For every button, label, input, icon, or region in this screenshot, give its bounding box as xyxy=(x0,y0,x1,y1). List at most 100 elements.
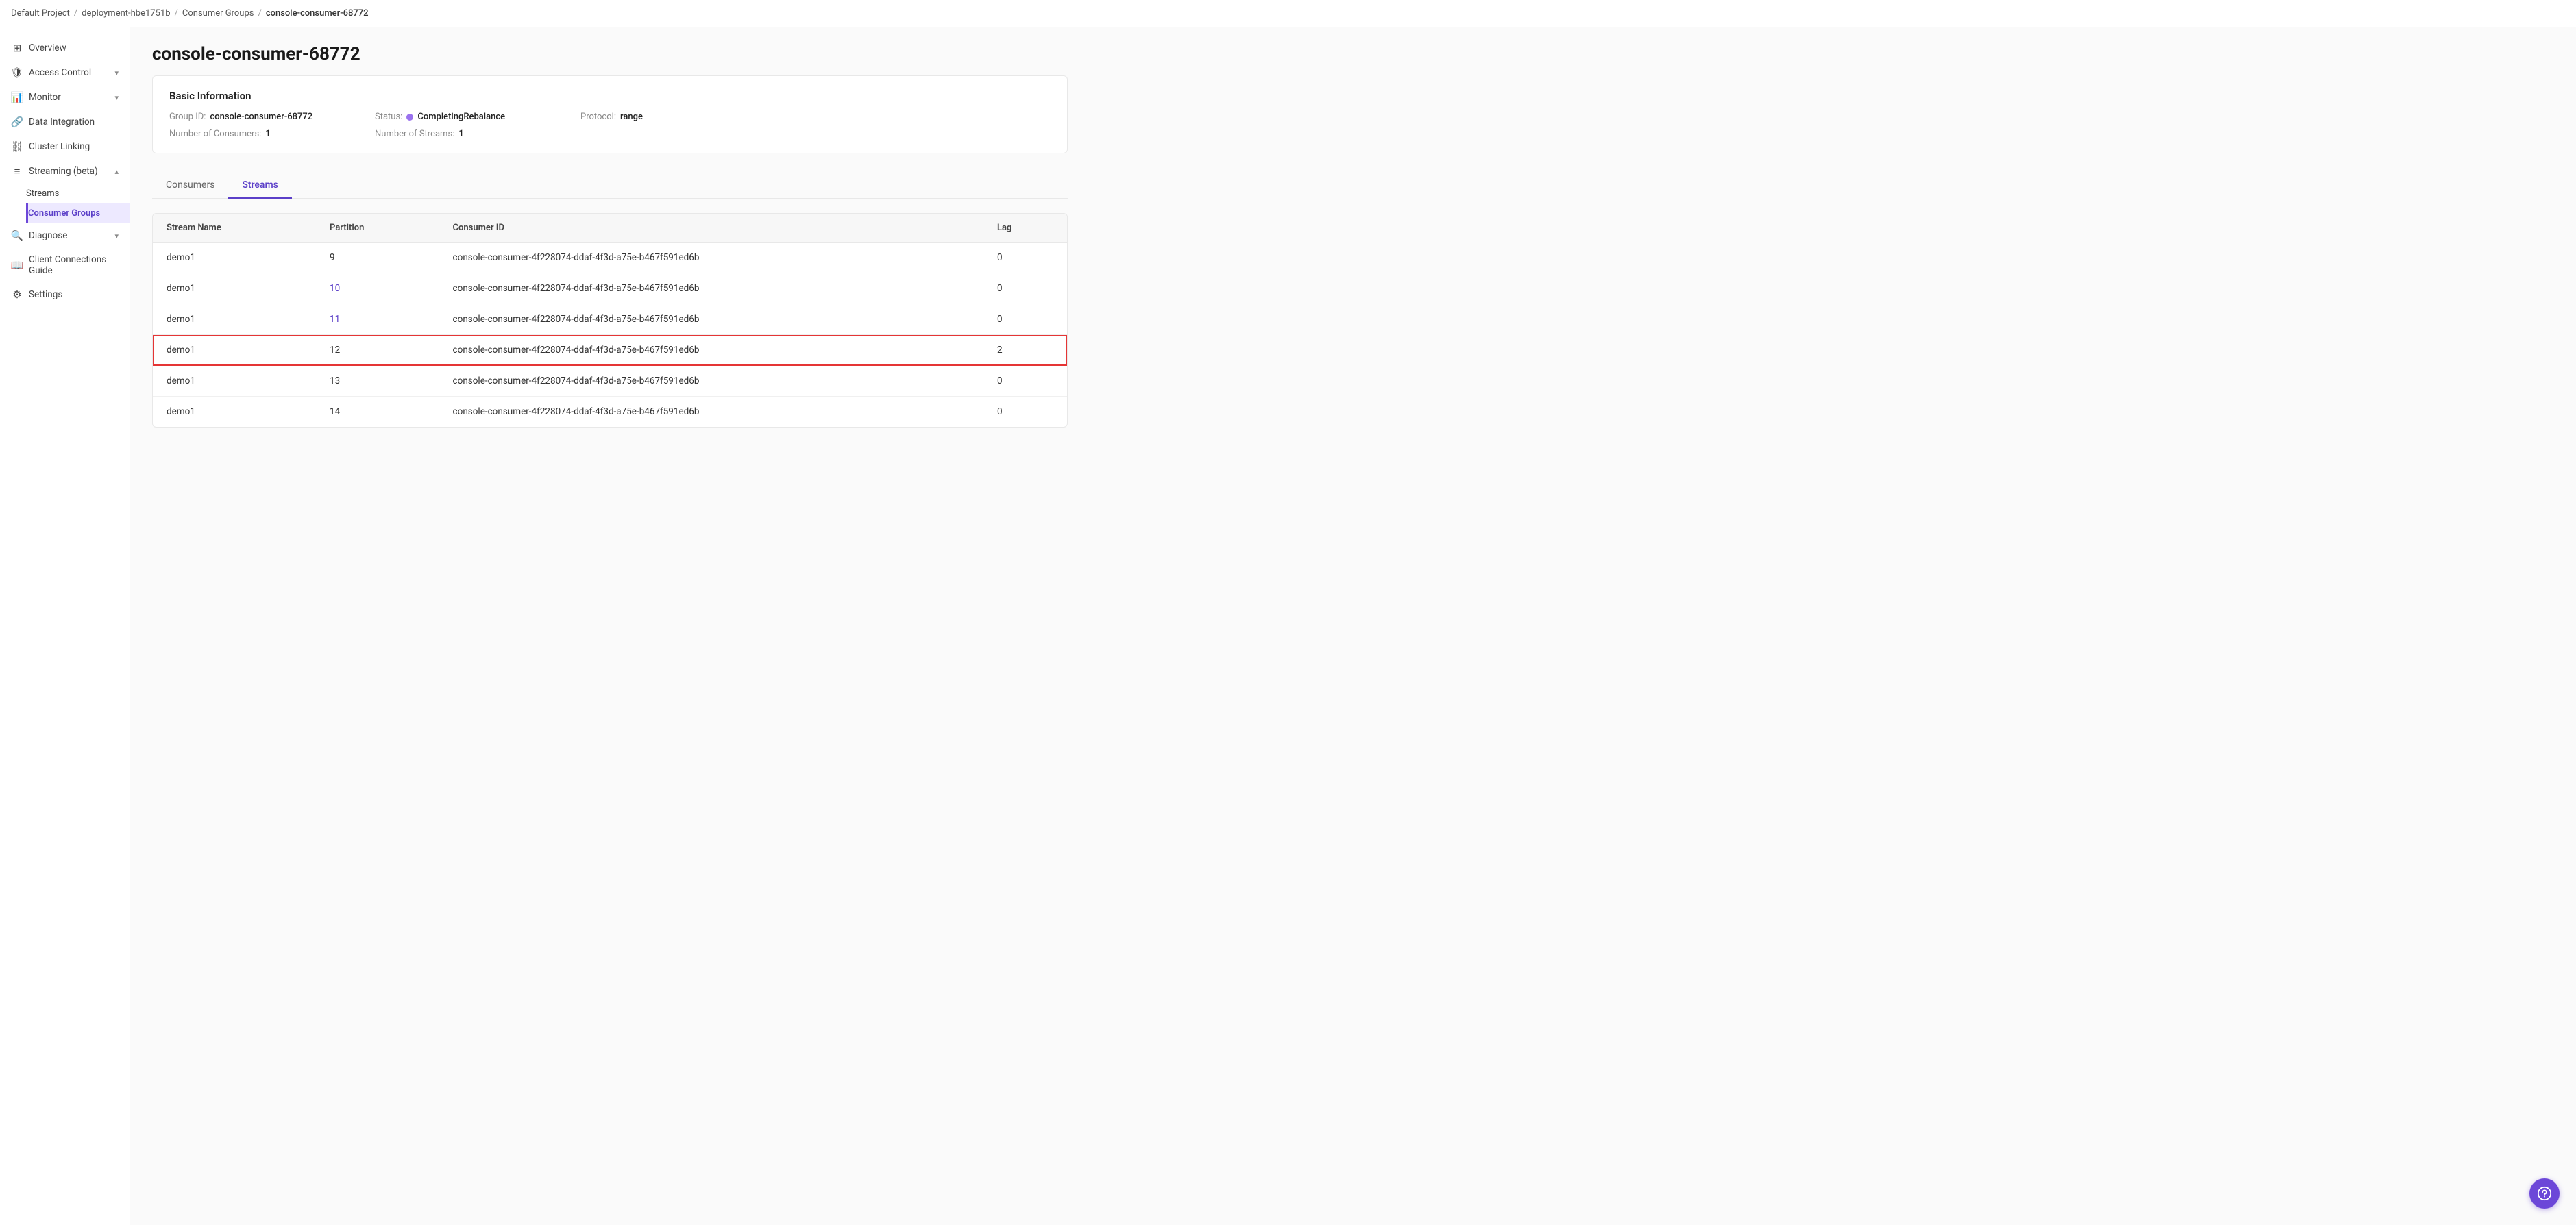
cell-consumer-id: console-consumer-4f228074-ddaf-4f3d-a75e… xyxy=(439,397,983,428)
table-row: demo19console-consumer-4f228074-ddaf-4f3… xyxy=(153,243,1067,273)
num-streams-value: 1 xyxy=(458,129,463,139)
cell-lag: 0 xyxy=(983,243,1067,273)
cell-stream-name: demo1 xyxy=(153,335,316,366)
cell-partition: 12 xyxy=(316,335,439,366)
cell-consumer-id: console-consumer-4f228074-ddaf-4f3d-a75e… xyxy=(439,243,983,273)
sidebar-item-data-integration-label: Data Integration xyxy=(29,116,95,127)
table-row: demo110console-consumer-4f228074-ddaf-4f… xyxy=(153,273,1067,304)
data-integration-icon: 🔗 xyxy=(11,116,23,128)
cell-consumer-id: console-consumer-4f228074-ddaf-4f3d-a75e… xyxy=(439,335,983,366)
table-row: demo114console-consumer-4f228074-ddaf-4f… xyxy=(153,397,1067,428)
cell-partition: 9 xyxy=(316,243,439,273)
overview-icon: ⊞ xyxy=(11,42,23,54)
cell-partition: 13 xyxy=(316,366,439,397)
sidebar-item-streaming-label: Streaming (beta) xyxy=(29,166,98,177)
info-row-2: Number of Consumers: 1 Number of Streams… xyxy=(169,129,1051,139)
cell-lag: 2 xyxy=(983,335,1067,366)
status-label: Status: xyxy=(375,112,402,122)
breadcrumb-item-deployment[interactable]: deployment-hbe1751b xyxy=(82,8,170,18)
monitor-icon: 📊 xyxy=(11,91,23,103)
access-control-icon: 🛡 xyxy=(11,66,23,79)
cell-lag: 0 xyxy=(983,273,1067,304)
sidebar-item-consumer-groups-label: Consumer Groups xyxy=(28,208,100,219)
num-streams-field: Number of Streams: 1 xyxy=(375,129,580,139)
tab-bar: Consumers Streams xyxy=(152,173,1068,199)
num-consumers-label: Number of Consumers: xyxy=(169,129,261,139)
cell-consumer-id: console-consumer-4f228074-ddaf-4f3d-a75e… xyxy=(439,304,983,335)
sidebar-item-overview[interactable]: ⊞ Overview xyxy=(0,36,130,60)
streams-table: Stream Name Partition Consumer ID Lag de… xyxy=(152,213,1068,428)
table-row: demo111console-consumer-4f228074-ddaf-4f… xyxy=(153,304,1067,335)
help-button[interactable] xyxy=(2529,1178,2560,1209)
breadcrumb: Default Project / deployment-hbe1751b / … xyxy=(11,8,369,18)
sidebar-item-overview-label: Overview xyxy=(29,42,66,53)
sidebar-item-settings-label: Settings xyxy=(29,289,62,300)
cell-stream-name: demo1 xyxy=(153,243,316,273)
tab-streams[interactable]: Streams xyxy=(228,173,291,199)
basic-info-title: Basic Information xyxy=(169,90,1051,102)
cell-lag: 0 xyxy=(983,366,1067,397)
sidebar-item-client-connections[interactable]: 📖 Client Connections Guide xyxy=(0,248,130,282)
info-row-1: Group ID: console-consumer-68772 Status:… xyxy=(169,112,1051,122)
cell-stream-name: demo1 xyxy=(153,397,316,428)
breadcrumb-sep-1: / xyxy=(74,8,77,18)
chevron-down-icon: ▾ xyxy=(114,232,119,240)
cell-stream-name: demo1 xyxy=(153,273,316,304)
protocol-label: Protocol: xyxy=(580,112,616,122)
sidebar-item-cluster-linking[interactable]: ⛓ Cluster Linking xyxy=(0,134,130,159)
chevron-down-icon: ▾ xyxy=(114,93,119,102)
num-consumers-field: Number of Consumers: 1 xyxy=(169,129,375,139)
sidebar-item-access-control-label: Access Control xyxy=(29,67,91,78)
status-value: CompletingRebalance xyxy=(417,112,505,122)
group-id-value: console-consumer-68772 xyxy=(210,112,312,122)
status-dot xyxy=(406,114,413,121)
breadcrumb-item-project[interactable]: Default Project xyxy=(11,8,70,18)
sidebar: ⊞ Overview 🛡 Access Control ▾ 📊 Monitor … xyxy=(0,27,130,1225)
table-row: demo113console-consumer-4f228074-ddaf-4f… xyxy=(153,366,1067,397)
cell-stream-name: demo1 xyxy=(153,304,316,335)
diagnose-icon: 🔍 xyxy=(11,230,23,242)
sidebar-item-monitor[interactable]: 📊 Monitor ▾ xyxy=(0,85,130,110)
cell-lag: 0 xyxy=(983,397,1067,428)
sidebar-item-diagnose-label: Diagnose xyxy=(29,230,67,241)
sidebar-item-settings[interactable]: ⚙ Settings xyxy=(0,282,130,307)
client-connections-icon: 📖 xyxy=(11,259,23,271)
breadcrumb-sep-3: / xyxy=(258,8,261,18)
group-id-field: Group ID: console-consumer-68772 xyxy=(169,112,375,122)
col-partition: Partition xyxy=(316,214,439,243)
breadcrumb-item-consumer-groups[interactable]: Consumer Groups xyxy=(182,8,254,18)
cell-partition: 14 xyxy=(316,397,439,428)
cell-consumer-id: console-consumer-4f228074-ddaf-4f3d-a75e… xyxy=(439,273,983,304)
sidebar-item-streams[interactable]: Streams xyxy=(26,184,130,203)
sidebar-item-diagnose[interactable]: 🔍 Diagnose ▾ xyxy=(0,223,130,248)
col-consumer-id: Consumer ID xyxy=(439,214,983,243)
tab-consumers[interactable]: Consumers xyxy=(152,173,228,199)
group-id-label: Group ID: xyxy=(169,112,206,122)
num-streams-label: Number of Streams: xyxy=(375,129,454,139)
status-field: Status: CompletingRebalance xyxy=(375,112,580,122)
basic-info-card: Basic Information Group ID: console-cons… xyxy=(152,75,1068,153)
cell-partition[interactable]: 11 xyxy=(316,304,439,335)
sidebar-item-streams-label: Streams xyxy=(26,188,59,199)
streaming-icon: ≡ xyxy=(11,165,23,177)
sidebar-item-consumer-groups[interactable]: Consumer Groups xyxy=(26,203,130,223)
sidebar-item-streaming-beta[interactable]: ≡ Streaming (beta) ▴ xyxy=(0,159,130,184)
breadcrumb-sep-2: / xyxy=(175,8,178,18)
protocol-field: Protocol: range xyxy=(580,112,786,122)
settings-icon: ⚙ xyxy=(11,288,23,301)
breadcrumb-item-current: console-consumer-68772 xyxy=(266,8,369,18)
table-row: demo112console-consumer-4f228074-ddaf-4f… xyxy=(153,335,1067,366)
sidebar-item-cluster-linking-label: Cluster Linking xyxy=(29,141,90,152)
cell-partition[interactable]: 10 xyxy=(316,273,439,304)
sidebar-item-data-integration[interactable]: 🔗 Data Integration xyxy=(0,110,130,134)
cell-consumer-id: console-consumer-4f228074-ddaf-4f3d-a75e… xyxy=(439,366,983,397)
sidebar-item-access-control[interactable]: 🛡 Access Control ▾ xyxy=(0,60,130,85)
main-content: console-consumer-68772 Basic Information… xyxy=(130,27,2576,1225)
cell-stream-name: demo1 xyxy=(153,366,316,397)
protocol-value: range xyxy=(620,112,643,122)
num-consumers-value: 1 xyxy=(265,129,270,139)
col-stream-name: Stream Name xyxy=(153,214,316,243)
chevron-up-icon: ▴ xyxy=(114,167,119,176)
topbar: Default Project / deployment-hbe1751b / … xyxy=(0,0,2576,27)
help-icon xyxy=(2537,1186,2552,1201)
